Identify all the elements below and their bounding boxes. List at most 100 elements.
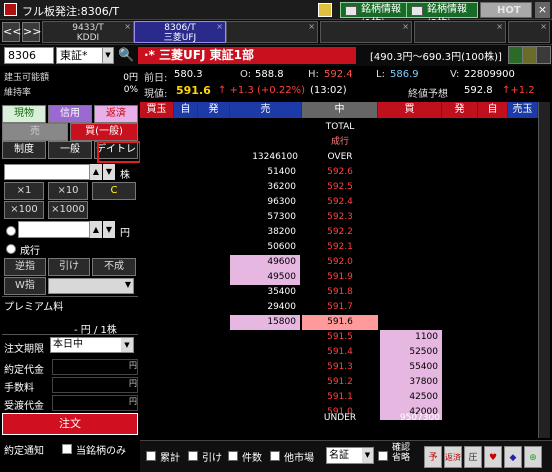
unfilled-button[interactable]: 不成 [92,258,136,276]
price-level[interactable]: 591.6 [302,315,378,330]
price-level[interactable]: 591.9 [302,270,378,285]
tab-kddi[interactable]: × 9433/T KDDI [42,21,134,43]
board-row[interactable]: 51400 592.6 [140,165,552,180]
board-row[interactable]: 49600 592.0 [140,255,552,270]
sell-button[interactable]: 売 [2,123,68,141]
qty-up-icon[interactable]: ▲ [90,164,102,180]
sell-quantity[interactable] [230,330,300,345]
sell-quantity[interactable] [230,375,300,390]
board-row[interactable]: 591.5 1100 [140,330,552,345]
price-level[interactable]: 591.8 [302,285,378,300]
expiry-select[interactable]: 本日中 ▼ [50,337,134,353]
submit-order-button[interactable]: 注文 [2,413,138,435]
prev-tab-button[interactable]: << [2,22,21,42]
mult-x10-button[interactable]: ×10 [48,182,88,200]
bookmark-icon[interactable] [318,3,332,17]
symbol-code-input[interactable]: 8306 [4,47,54,64]
price-level[interactable]: 592.2 [302,225,378,240]
buy-quantity[interactable] [380,210,442,225]
price-level[interactable]: 591.5 [302,330,378,345]
tab-empty-3[interactable]: × [414,21,506,43]
close-tab-icon[interactable]: × [216,22,223,32]
mult-x100-button[interactable]: ×100 [4,201,44,219]
price-level[interactable]: 592.3 [302,210,378,225]
clear-button[interactable]: C [92,182,136,200]
sell-quantity[interactable]: 57300 [230,210,300,225]
mult-x1-button[interactable]: ×1 [4,182,44,200]
sell-quantity[interactable]: 96300 [230,195,300,210]
qty-down-icon[interactable]: ▼ [103,164,115,180]
price-level[interactable]: 591.7 [302,300,378,315]
buy-quantity[interactable]: 37800 [380,375,442,390]
tab-mufg[interactable]: × 8306/T 三菱UFJ [134,21,226,43]
board-row[interactable]: 57300 592.3 [140,210,552,225]
sell-quantity[interactable]: 15800 [230,315,300,330]
general-margin-button[interactable]: 一般 [48,141,92,159]
tab-spot[interactable]: 現物 [2,105,46,123]
buy-quantity[interactable]: 1100 [380,330,442,345]
stop-order-button[interactable]: 逆指 [4,258,46,276]
add-icon[interactable]: ⊕ [524,446,542,468]
board-row[interactable]: 29400 591.7 [140,300,552,315]
w-stop-button[interactable]: W指 [4,277,46,295]
news-icon[interactable] [522,46,537,64]
board-row[interactable]: 591.1 42500 [140,390,552,405]
compress-icon[interactable]: 圧 [464,446,482,468]
chart-icon[interactable] [508,46,523,64]
hot-button[interactable]: HOT [480,2,532,18]
market-select[interactable]: 東証* ▼ [56,47,114,64]
w-stop-select[interactable]: ▼ [48,278,134,294]
buy-quantity[interactable] [380,255,442,270]
tab-empty-4[interactable]: × [508,21,550,43]
only-this-checkbox[interactable] [62,444,72,454]
tab-repay[interactable]: 返済 [94,105,138,123]
mult-x1000-button[interactable]: ×1000 [48,201,88,219]
limit-price-radio[interactable] [6,226,16,236]
board-row[interactable]: 591.4 52500 [140,345,552,360]
price-down-icon[interactable]: ▼ [103,221,115,238]
other-market-checkbox[interactable] [270,451,280,461]
sell-quantity[interactable]: 49500 [230,270,300,285]
price-level[interactable]: 591.4 [302,345,378,360]
price-up-icon[interactable]: ▲ [90,221,102,238]
system-margin-button[interactable]: 制度 [2,141,46,159]
buy-quantity[interactable] [380,300,442,315]
price-level[interactable]: 591.3 [302,360,378,375]
board-row[interactable]: 15800 591.6 [140,315,552,330]
buy-quantity[interactable]: 42500 [380,390,442,405]
tab-empty-2[interactable]: × [320,21,412,43]
price-level[interactable]: 592.1 [302,240,378,255]
close-tab-icon[interactable]: × [124,22,131,32]
close-button[interactable]: × [535,2,550,18]
price-level[interactable]: 591.2 [302,375,378,390]
board-row[interactable]: 35400 591.8 [140,285,552,300]
mouse-icon[interactable]: ◆ [504,446,522,468]
price-level[interactable]: 591.1 [302,390,378,405]
settings-icon[interactable] [536,46,551,64]
buy-quantity[interactable] [380,240,442,255]
sell-quantity[interactable] [230,390,300,405]
board-row[interactable]: 591.3 55400 [140,360,552,375]
repay-icon[interactable]: 返済 [444,446,462,468]
tab-empty-1[interactable]: × [226,21,318,43]
close-checkbox[interactable] [188,451,198,461]
close-order-button[interactable]: 引け [48,258,90,276]
search-icon[interactable]: 🔍 [118,47,136,65]
reserve-order-icon[interactable]: 予 [424,446,442,468]
buy-quantity[interactable] [380,165,442,180]
board-row[interactable]: 36200 592.5 [140,180,552,195]
buy-quantity[interactable] [380,315,442,330]
quantity-input[interactable] [4,164,90,180]
buy-quantity[interactable] [380,225,442,240]
buy-quantity[interactable] [380,195,442,210]
price-level[interactable]: 592.6 [302,165,378,180]
sell-quantity[interactable]: 51400 [230,165,300,180]
price-input[interactable] [18,221,90,238]
sell-quantity[interactable]: 50600 [230,240,300,255]
exchange-select[interactable]: 名証 ▼ [326,447,374,464]
board-row[interactable]: 49500 591.9 [140,270,552,285]
sell-quantity[interactable]: 29400 [230,300,300,315]
buy-quantity[interactable]: 55400 [380,360,442,375]
buy-quantity[interactable]: 52500 [380,345,442,360]
sell-quantity[interactable]: 49600 [230,255,300,270]
